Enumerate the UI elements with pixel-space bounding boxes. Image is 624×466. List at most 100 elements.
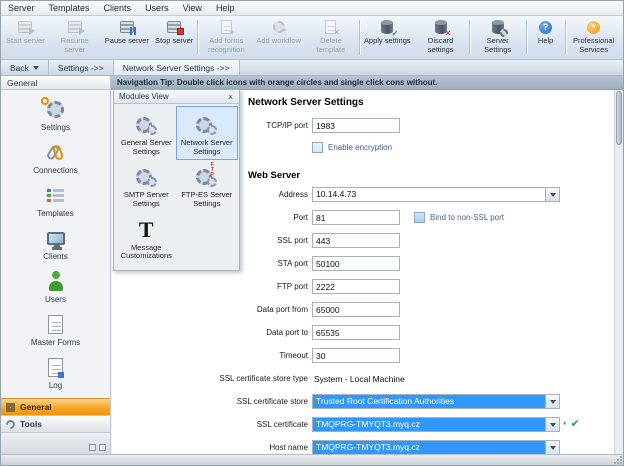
- sidebar-item-label: Master Forms: [31, 338, 80, 347]
- module-network-server-settings[interactable]: Network Server Settings: [177, 107, 238, 159]
- tcpip-port-input[interactable]: [312, 118, 400, 133]
- module-label: FTP-ES Server Settings: [178, 191, 237, 208]
- data-port-from-input[interactable]: [312, 302, 400, 317]
- ftp-port-input[interactable]: [312, 279, 400, 294]
- panel-general[interactable]: General: [1, 398, 110, 415]
- form-row: Data port to: [212, 321, 614, 344]
- toolbar: Start server Resume server Pause server …: [1, 16, 623, 60]
- sidebar-item-master-forms[interactable]: Master Forms: [1, 308, 110, 351]
- professional-services-icon: [587, 19, 600, 35]
- module-message-customizations[interactable]: T Message Customizations: [116, 212, 177, 264]
- form-row: Port Bind to non-SSL port: [212, 206, 614, 229]
- address-value: 10.14.4.73: [313, 188, 545, 201]
- sidebar-item-clients[interactable]: Clients: [1, 222, 110, 265]
- help-icon: [539, 19, 552, 35]
- data-port-to-input[interactable]: [312, 325, 400, 340]
- form-row: SSL certificate store Trusted Root Certi…: [212, 390, 614, 413]
- server-settings-button[interactable]: Server Settings: [471, 17, 525, 58]
- gears-icon: [136, 163, 157, 191]
- module-label: SMTP Server Settings: [117, 191, 176, 208]
- menu-users[interactable]: Users: [138, 1, 176, 15]
- sidebar-item-connections[interactable]: Connections: [1, 136, 110, 179]
- toolbar-button-label: Help: [538, 37, 553, 46]
- help-button[interactable]: Help: [528, 17, 564, 58]
- required-asterisk: *: [563, 420, 567, 430]
- form-row: TCP/IP port: [212, 114, 614, 137]
- panel-tools[interactable]: Tools: [1, 415, 110, 432]
- template-list-icon: [41, 183, 71, 207]
- sidebar-item-settings[interactable]: Settings: [1, 93, 110, 136]
- page-title: Network Server Settings: [248, 97, 614, 114]
- sidebar-caption: General: [1, 76, 111, 90]
- chevron-down-icon[interactable]: [545, 188, 559, 201]
- toolbar-button-label: Pause server: [105, 37, 149, 46]
- sidebar-item-log[interactable]: Log: [1, 351, 110, 394]
- toolbar-separator: [359, 20, 360, 55]
- sidebar-item-templates[interactable]: Templates: [1, 179, 110, 222]
- chevron-down-icon[interactable]: [545, 441, 559, 454]
- host-name-value: TMQPRG-TMYQT3.myq.cz: [313, 441, 545, 454]
- ssl-port-input[interactable]: [312, 233, 400, 248]
- sidebar-item-users[interactable]: Users: [1, 265, 110, 308]
- ssl-certificate-combobox[interactable]: TMQPRG-TMYQT3.myq.cz: [312, 417, 560, 432]
- form-row: SSL certificate store type System - Loca…: [212, 367, 614, 390]
- delete-template-button: Delete template: [304, 17, 358, 58]
- delete-template-icon: [325, 19, 336, 35]
- data-port-from-label: Data port from: [212, 305, 308, 314]
- sidebar-item-label: Log: [49, 381, 62, 390]
- caption-row: General Navigation Tip: Double click ico…: [1, 76, 623, 90]
- toolbar-button-label: Resume server: [51, 37, 99, 54]
- log-document-icon: [41, 355, 71, 379]
- module-ftp-es-server-settings[interactable]: FTP FTP-ES Server Settings: [177, 159, 238, 211]
- professional-services-button[interactable]: Professional Services: [567, 17, 621, 58]
- module-label: Network Server Settings: [178, 139, 237, 156]
- sidebar-item-label: Settings: [41, 123, 70, 132]
- pause-server-button[interactable]: Pause server: [102, 17, 152, 58]
- cert-store-combobox[interactable]: Trusted Root Certification Authorities: [312, 394, 560, 409]
- cert-store-type-value: System - Local Machine: [312, 374, 405, 384]
- toolbar-button-label: Add forms recognition: [202, 37, 250, 54]
- bind-non-ssl-checkbox[interactable]: [414, 212, 425, 223]
- timeout-input[interactable]: [312, 348, 400, 363]
- menu-help[interactable]: Help: [209, 1, 242, 15]
- scrollbar-thumb[interactable]: [616, 91, 622, 145]
- modules-grid: General Server Settings Network Server S…: [114, 104, 239, 270]
- apply-settings-button[interactable]: Apply settings: [361, 17, 414, 58]
- server-pause-icon: [120, 19, 134, 35]
- paperclips-icon: [41, 140, 71, 164]
- discard-settings-button[interactable]: Discard settings: [414, 17, 468, 58]
- toolbar-button-label: Discard settings: [417, 37, 465, 54]
- vertical-scrollbar[interactable]: [614, 90, 623, 454]
- chevron-down-icon[interactable]: [545, 418, 559, 431]
- toolbar-button-label: Add workflow: [256, 37, 301, 46]
- enable-encryption-checkbox[interactable]: [312, 142, 323, 153]
- chevron-down-icon: [33, 66, 39, 70]
- panel-label: General: [20, 402, 52, 412]
- sta-port-input[interactable]: [312, 256, 400, 271]
- form-row: Address 10.14.4.73: [212, 183, 614, 206]
- port-input[interactable]: [312, 210, 400, 225]
- module-general-server-settings[interactable]: General Server Settings: [116, 107, 177, 159]
- menu-templates[interactable]: Templates: [42, 1, 97, 15]
- module-smtp-server-settings[interactable]: SMTP Server Settings: [116, 159, 177, 211]
- panel-switch-icon[interactable]: [99, 444, 106, 451]
- back-button[interactable]: Back: [1, 60, 49, 75]
- module-label: General Server Settings: [117, 139, 176, 156]
- toolbar-button-label: Start server: [6, 37, 45, 46]
- address-combobox[interactable]: 10.14.4.73: [312, 187, 560, 202]
- breadcrumb-network-server-settings[interactable]: Network Server Settings ->>: [114, 60, 240, 75]
- breadcrumb-settings[interactable]: Settings ->>: [49, 60, 114, 75]
- resize-grip[interactable]: [613, 455, 622, 464]
- panel-switch-icon[interactable]: [89, 444, 96, 451]
- toolbar-button-label: Delete template: [307, 37, 355, 54]
- menu-server[interactable]: Server: [1, 1, 42, 15]
- close-icon[interactable]: [224, 91, 237, 102]
- menu-clients[interactable]: Clients: [97, 1, 139, 15]
- host-name-combobox[interactable]: TMQPRG-TMYQT3.myq.cz: [312, 440, 560, 454]
- chevron-down-icon[interactable]: [545, 395, 559, 408]
- letter-t-icon: T: [139, 216, 154, 244]
- stop-server-button[interactable]: Stop server: [152, 17, 196, 58]
- modules-view-title: Modules View: [119, 92, 169, 101]
- toolbar-separator: [197, 20, 198, 55]
- menu-view[interactable]: View: [176, 1, 209, 15]
